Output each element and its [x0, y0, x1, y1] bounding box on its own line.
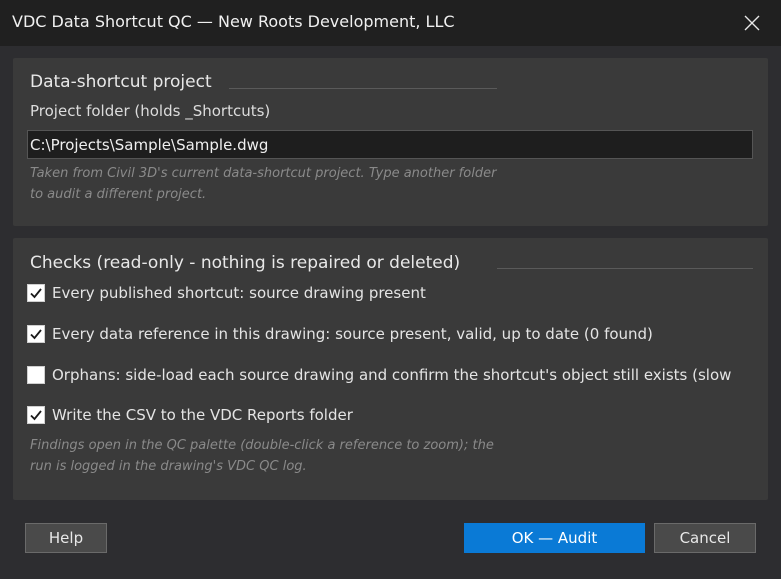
checks-hint: Findings open in the QC palette (double-… [30, 435, 570, 477]
checkbox[interactable] [27, 366, 45, 384]
checkmark-icon [30, 410, 42, 421]
check-write-csv[interactable]: Write the CSV to the VDC Reports folder [27, 404, 353, 426]
close-icon [744, 15, 760, 31]
project-group: Data-shortcut project Project folder (ho… [13, 58, 768, 226]
heading-divider [229, 88, 497, 89]
checks-hint-line: Findings open in the QC palette (double-… [30, 438, 494, 453]
cancel-button[interactable]: Cancel [654, 523, 756, 553]
help-button[interactable]: Help [25, 523, 107, 553]
check-label: Every published shortcut: source drawing… [52, 284, 426, 302]
checkbox[interactable] [27, 325, 45, 343]
heading-divider [497, 268, 753, 269]
check-published-shortcuts[interactable]: Every published shortcut: source drawing… [27, 282, 426, 304]
check-data-references[interactable]: Every data reference in this drawing: so… [27, 323, 653, 345]
project-folder-input[interactable] [27, 130, 753, 159]
project-group-heading: Data-shortcut project [30, 72, 212, 92]
check-label: Write the CSV to the VDC Reports folder [52, 406, 353, 424]
window-title: VDC Data Shortcut QC — New Roots Develop… [12, 12, 455, 31]
checkbox[interactable] [27, 284, 45, 302]
project-folder-label: Project folder (holds _Shortcuts) [30, 102, 271, 120]
checkmark-icon [30, 329, 42, 340]
project-hint-line: to audit a different project. [30, 187, 207, 202]
check-orphans[interactable]: Orphans: side-load each source drawing a… [27, 364, 731, 386]
checkmark-icon [30, 288, 42, 299]
check-label: Every data reference in this drawing: so… [52, 325, 653, 343]
checks-group: Checks (read-only - nothing is repaired … [13, 238, 768, 500]
close-button[interactable] [723, 0, 781, 46]
ok-audit-button[interactable]: OK — Audit [464, 523, 645, 553]
check-label: Orphans: side-load each source drawing a… [52, 366, 732, 384]
checks-group-heading: Checks (read-only - nothing is repaired … [30, 253, 461, 273]
project-hint-line: Taken from Civil 3D's current data-short… [30, 166, 497, 181]
title-bar[interactable]: VDC Data Shortcut QC — New Roots Develop… [0, 0, 781, 46]
checks-hint-line: run is logged in the drawing's VDC QC lo… [30, 459, 307, 474]
checkbox[interactable] [27, 406, 45, 424]
project-hint: Taken from Civil 3D's current data-short… [30, 163, 570, 205]
dialog-window: VDC Data Shortcut QC — New Roots Develop… [0, 0, 781, 579]
